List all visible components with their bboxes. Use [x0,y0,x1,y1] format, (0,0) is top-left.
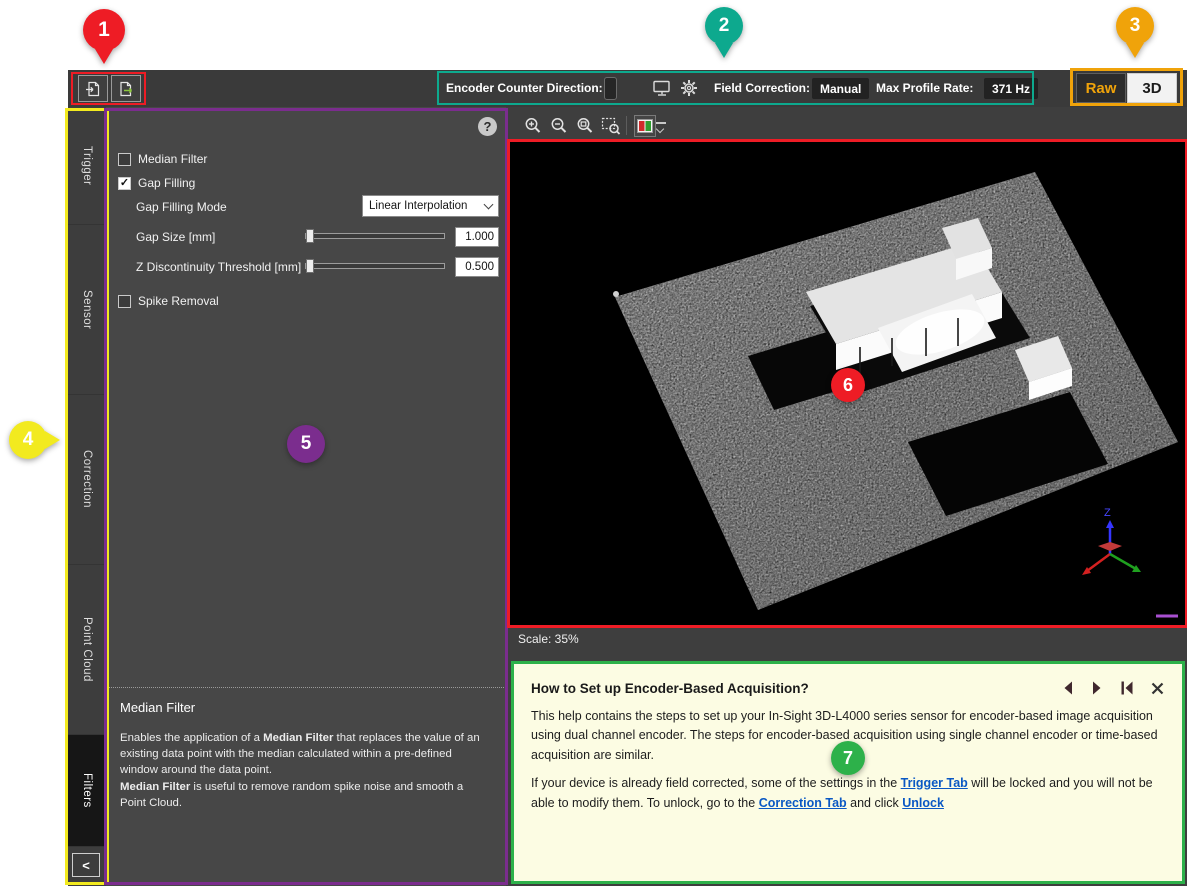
zoom-in-icon [523,116,543,136]
help-panel-header: How to Set up Encoder-Based Acquisition? [531,680,1165,696]
field-correction-value: Manual [812,78,869,99]
zoom-out-button[interactable] [548,115,570,137]
zoom-in-button[interactable] [522,115,544,137]
zoom-fit-button[interactable] [574,115,596,137]
zoom-region-icon [601,116,621,136]
tab-trigger[interactable]: Trigger [68,107,106,225]
tab-sensor[interactable]: Sensor [68,225,106,395]
zoom-out-icon [549,116,569,136]
gap-filling-mode-label: Gap Filling Mode [136,200,227,214]
help-close-button[interactable] [1150,681,1165,696]
max-profile-rate-label: Max Profile Rate: [876,81,973,95]
encoder-counter-direction-label: Encoder Counter Direction: [446,81,603,95]
panel-help-button[interactable]: ? [478,117,497,136]
axis-z-label: Z [1104,507,1111,519]
check-icon: ✓ [120,178,129,189]
toolbar-overflow-button[interactable] [656,122,666,132]
scale-readout: Scale: 35% [518,632,579,646]
arrow-right-icon [1090,680,1104,696]
document-arrow-icon [85,81,101,97]
document-import-icon [118,81,134,97]
callout-pin-4: 4 [9,421,47,459]
tab-correction[interactable]: Correction [68,395,106,565]
filters-settings-panel: ? Median Filter ✓ Gap Filling Gap Fillin… [106,107,506,886]
overflow-bar-icon [656,122,666,124]
filter-description-paragraph: Median Filter is useful to remove random… [120,779,492,811]
callout-pin-1: 1 [83,9,125,51]
spike-removal-label: Spike Removal [138,294,219,308]
chevron-down-icon [484,199,494,209]
unlock-link[interactable]: Unlock [902,796,944,810]
filter-description-title: Median Filter [120,700,492,715]
chevron-down-icon [656,125,664,133]
tab-filters-label: Filters [81,773,93,808]
monitor-icon [653,80,671,97]
filter-description-paragraph: Enables the application of a Median Filt… [120,730,492,779]
tab-filters[interactable]: Filters [68,735,106,847]
display-view-button[interactable] [653,80,671,97]
z-discontinuity-slider[interactable] [305,263,445,269]
top-toolbar: Encoder Counter Direction: Field Correct… [68,70,1187,107]
gap-filling-checkbox[interactable]: ✓ [118,177,131,190]
tab-point-cloud[interactable]: Point Cloud [68,565,106,735]
gap-size-slider[interactable] [305,233,445,239]
tab-sensor-label: Sensor [81,290,93,329]
callout-pin-2: 2 [705,7,743,45]
zoom-region-button[interactable] [600,115,622,137]
tab-correction-label: Correction [81,450,93,508]
correction-tab-link[interactable]: Correction Tab [759,796,847,810]
gap-size-label: Gap Size [mm] [136,230,215,244]
help-paragraph-1: This help contains the steps to set up y… [531,707,1165,765]
sidebar-tabs: Trigger Sensor Correction Point Cloud Fi… [68,107,106,886]
zoom-fit-icon [575,116,595,136]
color-palette-icon [637,119,653,133]
3d-view-button[interactable]: 3D [1127,73,1177,103]
gap-size-slider-handle[interactable] [306,229,314,243]
gap-filling-mode-value: Linear Interpolation [369,200,467,212]
load-image-button[interactable] [111,75,141,102]
point-cloud-viewport[interactable]: Z [510,142,1185,625]
encoder-counter-direction-control[interactable] [604,77,617,100]
color-palette-button[interactable] [634,115,656,137]
spike-removal-checkbox[interactable] [118,295,131,308]
median-filter-label: Median Filter [138,152,207,166]
close-icon [1150,681,1165,696]
arrow-left-icon [1061,680,1075,696]
annotated-screenshot: Encoder Counter Direction: Field Correct… [0,0,1187,886]
median-filter-checkbox[interactable] [118,153,131,166]
acquire-image-button[interactable] [78,75,108,102]
tab-point-cloud-label: Point Cloud [81,617,93,682]
acquisition-settings-button[interactable] [680,79,698,97]
z-discontinuity-label: Z Discontinuity Threshold [mm] [136,260,301,274]
z-discontinuity-input[interactable]: 0.500 [455,257,499,277]
help-first-button[interactable] [1119,680,1135,696]
help-next-button[interactable] [1090,680,1104,696]
z-discontinuity-slider-handle[interactable] [306,259,314,273]
trigger-tab-link[interactable]: Trigger Tab [901,776,968,790]
gear-icon [680,79,698,97]
tab-trigger-label: Trigger [81,146,93,186]
sidebar-collapse-button[interactable]: < [72,853,100,877]
gap-filling-mode-select[interactable]: Linear Interpolation [362,195,499,217]
help-panel-nav [1061,680,1165,696]
raw-view-button[interactable]: Raw [1076,73,1126,103]
skip-to-start-icon [1119,680,1135,696]
help-paragraph-2: If your device is already field correcte… [531,774,1165,813]
point-cloud-render: Z [510,142,1185,625]
viewer-column: Z Scale: 35% How to Set up Encoder-Based… [506,107,1187,886]
toolbar-separator [626,116,627,135]
max-profile-rate-value: 371 Hz [984,78,1038,99]
help-icon: ? [484,119,492,134]
callout-pin-3: 3 [1116,7,1154,45]
gap-size-input[interactable]: 1.000 [455,227,499,247]
help-panel-title: How to Set up Encoder-Based Acquisition? [531,681,809,696]
help-panel-body: This help contains the steps to set up y… [531,707,1165,813]
gap-filling-label: Gap Filling [138,176,195,190]
help-prev-button[interactable] [1061,680,1075,696]
field-correction-label: Field Correction: [714,81,810,95]
filter-description: Median Filter Enables the application of… [106,687,506,823]
help-panel: How to Set up Encoder-Based Acquisition?… [511,661,1185,884]
